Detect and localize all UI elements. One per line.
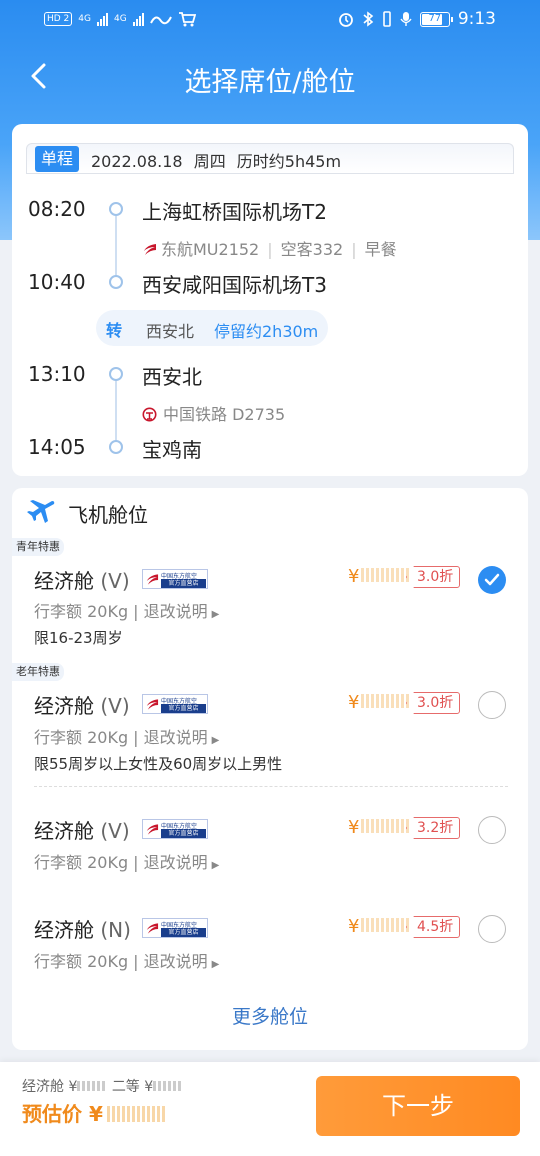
page-title: 选择席位/舱位 bbox=[184, 67, 356, 98]
luggage-refund-link[interactable]: 行李额 20Kg | 退改说明 ▶ bbox=[34, 724, 219, 748]
alarm-icon bbox=[338, 13, 353, 27]
transfer-stay: 停留约2h30m bbox=[214, 322, 319, 341]
cabin-radio[interactable] bbox=[478, 691, 506, 719]
next-step-button[interactable]: 下一步 bbox=[316, 1076, 520, 1136]
wave-icon bbox=[149, 16, 172, 25]
bottom-bar: 经济舱 ¥ 二等 ¥ 预估价 ¥ 下一步 bbox=[0, 1062, 540, 1156]
cabin-radio[interactable] bbox=[478, 816, 506, 844]
train-depart-time: 13:10 bbox=[28, 362, 86, 386]
price: ¥ bbox=[348, 692, 410, 713]
price: ¥ bbox=[348, 817, 410, 838]
age-restriction: 限16-23周岁 bbox=[34, 629, 123, 647]
trip-type-tag: 单程 bbox=[35, 146, 80, 172]
airline-store-badge: 中国东方航空 官方直营店 bbox=[142, 569, 208, 589]
price: ¥ bbox=[348, 566, 410, 587]
arrive-time: 10:40 bbox=[28, 270, 86, 294]
airline-store-badge: 中国东方航空 官方直营店 bbox=[142, 918, 208, 938]
china-eastern-logo-icon bbox=[144, 244, 156, 255]
airplane-icon bbox=[27, 500, 55, 523]
cabin-section-title: 飞机舱位 bbox=[68, 503, 148, 527]
airline-store-badge: 中国东方航空 官方直营店 bbox=[142, 819, 208, 839]
depart-time: 08:20 bbox=[28, 197, 86, 221]
trip-summary: 单程 2022.08.18 周四 历时约5h45m bbox=[26, 143, 514, 173]
status-bar: HD 2 4G 4G 77 9:13 bbox=[0, 0, 540, 40]
timeline-dot bbox=[109, 275, 123, 289]
luggage-refund-link[interactable]: 行李额 20Kg | 退改说明 ▶ bbox=[34, 598, 219, 622]
luggage-refund-link[interactable]: 行李额 20Kg | 退改说明 ▶ bbox=[34, 849, 219, 873]
fare-breakdown: 经济舱 ¥ 二等 ¥ bbox=[22, 1076, 184, 1096]
depart-station: 上海虹桥国际机场T2 bbox=[142, 200, 327, 224]
bluetooth-icon bbox=[363, 11, 374, 27]
more-cabins-link[interactable]: 更多舱位 bbox=[12, 1002, 528, 1029]
network-label-2: 4G bbox=[114, 14, 127, 24]
microphone-icon bbox=[400, 12, 412, 26]
flight-info: 东航MU2152 | 空客332 | 早餐 bbox=[142, 236, 397, 260]
divider bbox=[26, 173, 514, 174]
train-depart-station: 西安北 bbox=[142, 365, 202, 389]
discount-badge: 3.2折 bbox=[406, 817, 461, 839]
arrive-station: 西安咸阳国际机场T3 bbox=[142, 273, 327, 297]
signal-icon bbox=[97, 12, 108, 26]
cabin-class-name[interactable]: 经济舱 (V) bbox=[34, 565, 130, 594]
discount-badge: 4.5折 bbox=[406, 916, 461, 938]
rail-info: 中国铁路 D2735 bbox=[142, 401, 285, 425]
china-railway-logo-icon bbox=[142, 407, 157, 422]
discount-badge: 3.0折 bbox=[406, 692, 461, 714]
nav-bar: 选择席位/舱位 bbox=[0, 52, 540, 104]
cabin-class-name[interactable]: 经济舱 (V) bbox=[34, 690, 130, 719]
cabin-radio[interactable] bbox=[478, 915, 506, 943]
timeline-dot bbox=[109, 440, 123, 454]
price: ¥ bbox=[348, 916, 410, 937]
timeline-dot bbox=[109, 202, 123, 216]
transfer-station: 西安北 bbox=[146, 322, 195, 341]
promo-tag: 老年特惠 bbox=[12, 663, 64, 681]
train-arrive-time: 14:05 bbox=[28, 435, 86, 459]
network-label-1: 4G bbox=[78, 14, 91, 24]
age-restriction: 限55周岁以上女性及60周岁以上男性 bbox=[34, 755, 283, 773]
estimated-price: 预估价 ¥ bbox=[22, 1098, 167, 1127]
cabin-class-name[interactable]: 经济舱 (V) bbox=[34, 815, 130, 844]
airline-store-badge: 中国东方航空 官方直营店 bbox=[142, 694, 208, 714]
itinerary-card: 单程 2022.08.18 周四 历时约5h45m 08:20 上海虹桥国际机场… bbox=[12, 124, 528, 476]
cabin-class-name[interactable]: 经济舱 (N) bbox=[34, 914, 131, 943]
luggage-refund-link[interactable]: 行李额 20Kg | 退改说明 ▶ bbox=[34, 948, 219, 972]
battery-icon: 77 bbox=[419, 11, 453, 27]
cart-icon bbox=[178, 12, 196, 27]
signal-icon-2 bbox=[132, 12, 144, 26]
discount-badge: 3.0折 bbox=[406, 566, 461, 588]
cabin-radio-selected[interactable] bbox=[478, 566, 506, 594]
train-arrive-station: 宝鸡南 bbox=[142, 438, 202, 462]
hd-badge: HD 2 bbox=[44, 12, 73, 26]
cabin-card: 飞机舱位 青年特惠 经济舱 (V) 中国东方航空 官方直营店 行李额 20Kg |… bbox=[12, 488, 528, 1050]
transfer-tag: 转 bbox=[106, 321, 123, 340]
vibrate-icon bbox=[383, 11, 391, 27]
promo-tag: 青年特惠 bbox=[12, 538, 64, 556]
timeline-dot bbox=[109, 367, 123, 381]
trip-summary-text: 2022.08.18 周四 历时约5h45m bbox=[91, 152, 342, 171]
transfer-info: 转 西安北 停留约2h30m bbox=[96, 310, 328, 346]
timeline-line bbox=[115, 216, 117, 284]
status-time: 9:13 bbox=[457, 9, 496, 29]
divider bbox=[34, 786, 508, 787]
